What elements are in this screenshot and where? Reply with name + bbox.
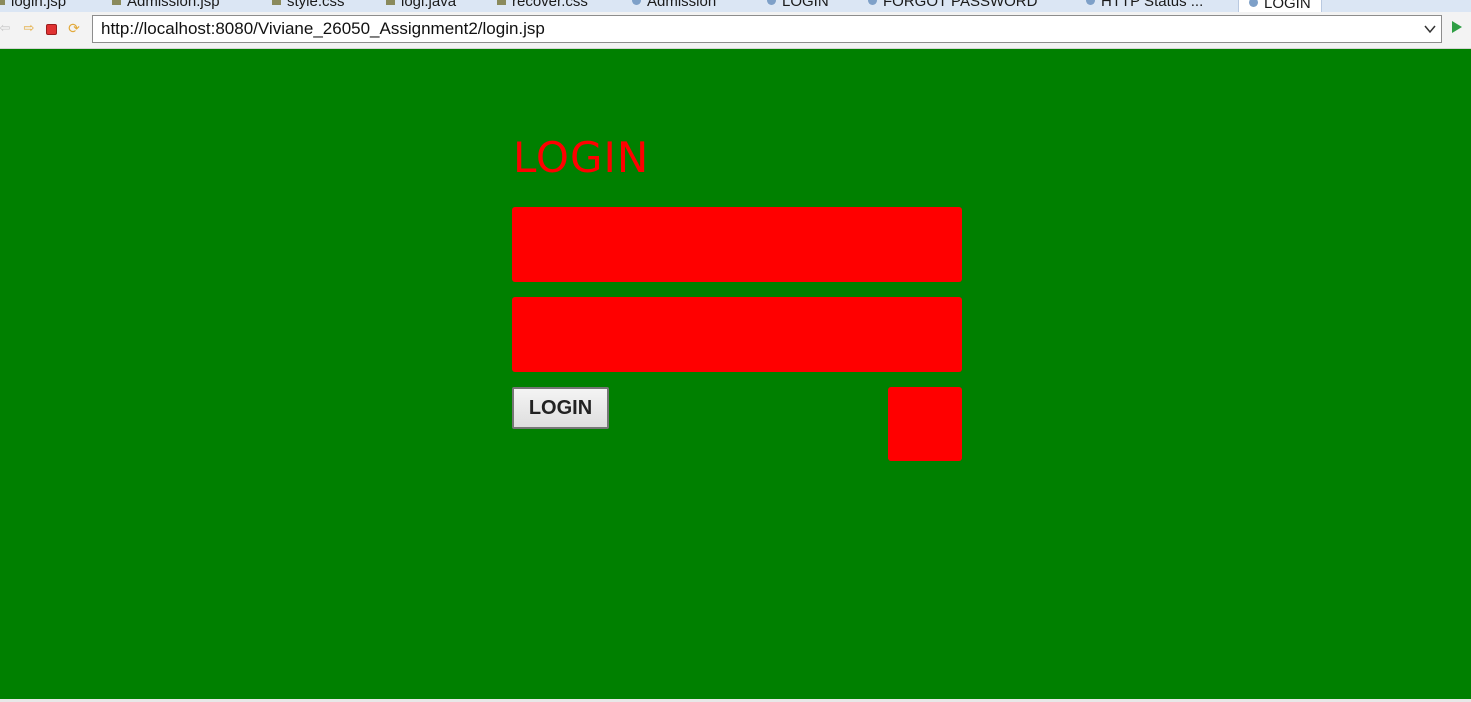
file-icon — [112, 0, 121, 5]
editor-tab[interactable]: Admission.jsp — [112, 0, 220, 12]
go-arrow-icon[interactable] — [1452, 21, 1462, 33]
chevron-down-icon[interactable] — [1423, 22, 1437, 36]
globe-icon — [868, 0, 877, 5]
page-title: LOGIN — [513, 133, 650, 182]
globe-icon — [1086, 0, 1095, 5]
editor-tab[interactable]: logi.java — [386, 0, 456, 12]
file-icon — [0, 0, 5, 5]
globe-icon — [632, 0, 641, 5]
login-button[interactable]: LOGIN — [512, 387, 609, 429]
browser-toolbar: ⇦ ⇨ ⟳ http://localhost:8080/Viviane_2605… — [0, 12, 1471, 49]
globe-icon — [767, 0, 776, 5]
file-icon — [386, 0, 395, 5]
editor-tab[interactable]: Admission — [632, 0, 716, 12]
file-icon — [497, 0, 506, 5]
page-content: LOGIN LOGIN — [0, 49, 1471, 699]
editor-tab[interactable]: style.css — [272, 0, 345, 12]
username-field[interactable] — [512, 207, 962, 282]
globe-icon — [1249, 0, 1258, 7]
editor-tab[interactable]: recover.css — [497, 0, 588, 12]
refresh-icon[interactable]: ⟳ — [66, 21, 82, 37]
forward-arrow-icon[interactable]: ⇨ — [21, 21, 37, 37]
editor-tab[interactable]: FORGOT PASSWORD — [868, 0, 1037, 12]
password-field[interactable] — [512, 297, 962, 372]
file-icon — [272, 0, 281, 5]
stop-icon[interactable] — [43, 21, 59, 37]
red-square-element — [888, 387, 962, 461]
editor-tab[interactable]: LOGIN — [767, 0, 829, 12]
url-bar[interactable]: http://localhost:8080/Viviane_26050_Assi… — [92, 15, 1442, 43]
editor-tab[interactable]: HTTP Status ... — [1086, 0, 1203, 12]
url-text[interactable]: http://localhost:8080/Viviane_26050_Assi… — [101, 16, 545, 42]
back-arrow-icon[interactable]: ⇦ — [0, 21, 13, 37]
editor-tab[interactable]: login.jsp — [0, 0, 66, 12]
